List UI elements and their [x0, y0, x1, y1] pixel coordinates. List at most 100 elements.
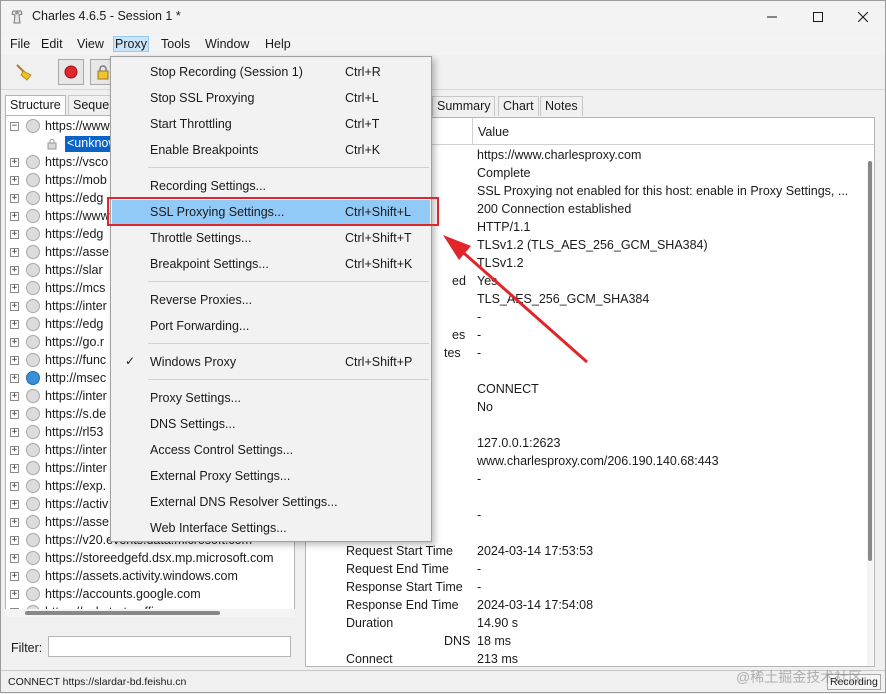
menu-item-enable-breakpoints[interactable]: Enable Breakpoints Ctrl+K [112, 138, 430, 162]
expand-icon[interactable]: + [10, 464, 19, 473]
property-value[interactable]: TLSv1.2 [477, 256, 524, 270]
property-value[interactable]: 2024-03-14 17:53:53 [477, 544, 593, 558]
minimize-button[interactable] [749, 1, 795, 33]
expand-icon[interactable]: + [10, 572, 19, 581]
expand-icon[interactable]: + [10, 302, 19, 311]
menu-item-proxy-settings[interactable]: Proxy Settings... [112, 386, 430, 410]
expand-icon[interactable]: + [10, 374, 19, 383]
property-value[interactable]: 2024-03-14 17:54:08 [477, 598, 593, 612]
record-button[interactable] [58, 59, 84, 85]
menu-item-external-dns-resolver-settings[interactable]: External DNS Resolver Settings... [112, 490, 430, 514]
property-value[interactable]: - [477, 508, 481, 522]
clear-session-button[interactable] [11, 59, 37, 85]
tab-notes[interactable]: Notes [540, 96, 583, 116]
property-value[interactable]: - [477, 328, 481, 342]
menu-window[interactable]: Window [204, 37, 250, 51]
detail-vertical-scrollbar[interactable] [867, 161, 873, 666]
expand-icon[interactable]: + [10, 230, 19, 239]
tab-chart[interactable]: Chart [498, 96, 539, 116]
tab-summary[interactable]: Summary [432, 96, 496, 116]
property-value[interactable]: Complete [477, 166, 531, 180]
tree-row[interactable]: + https://storeedgefd.dsx.mp.microsoft.co… [6, 550, 294, 568]
column-divider[interactable] [472, 118, 473, 145]
property-value[interactable]: 127.0.0.1:2623 [477, 436, 560, 450]
expand-icon[interactable]: + [10, 212, 19, 221]
expand-icon[interactable]: + [10, 248, 19, 257]
property-value[interactable]: - [477, 310, 481, 324]
menu-item-recording-settings[interactable]: Recording Settings... [112, 174, 430, 198]
expand-icon[interactable]: + [10, 482, 19, 491]
tab-sequence[interactable]: Seque [68, 95, 115, 115]
value-column-header[interactable]: Value [478, 125, 509, 139]
expand-icon[interactable]: + [10, 428, 19, 437]
expand-icon[interactable]: + [10, 590, 19, 599]
expand-icon[interactable]: + [10, 338, 19, 347]
property-value[interactable]: HTTP/1.1 [477, 220, 531, 234]
property-value[interactable]: - [477, 580, 481, 594]
expand-icon[interactable]: + [10, 266, 19, 275]
expand-icon[interactable]: + [10, 320, 19, 329]
expand-icon[interactable]: + [10, 176, 19, 185]
menu-item-external-proxy-settings[interactable]: External Proxy Settings... [112, 464, 430, 488]
expand-icon[interactable]: + [10, 284, 19, 293]
expand-icon[interactable]: + [10, 554, 19, 563]
expand-icon[interactable]: + [10, 356, 19, 365]
menu-view[interactable]: View [76, 37, 105, 51]
menu-item-stop-ssl-proxying[interactable]: Stop SSL Proxying Ctrl+L [112, 86, 430, 110]
property-value[interactable]: 14.90 s [477, 616, 518, 630]
tree-row[interactable]: + https://assets.activity.windows.com [6, 568, 294, 586]
property-label: Response Start Time [346, 580, 463, 594]
record-icon [64, 65, 78, 79]
tree-row[interactable]: + https://accounts.google.com [6, 586, 294, 604]
property-value[interactable]: - [477, 562, 481, 576]
watermark: @稀土掘金技术社区 [736, 669, 863, 685]
menu-help[interactable]: Help [264, 37, 292, 51]
expand-icon[interactable]: + [10, 518, 19, 527]
menu-item-windows-proxy[interactable]: ✓ Windows Proxy Ctrl+Shift+P [112, 350, 430, 374]
property-value[interactable]: 200 Connection established [477, 202, 631, 216]
expand-icon[interactable]: + [10, 158, 19, 167]
menu-item-access-control-settings[interactable]: Access Control Settings... [112, 438, 430, 462]
menu-edit[interactable]: Edit [40, 37, 64, 51]
expand-icon[interactable]: + [10, 392, 19, 401]
property-value[interactable]: CONNECT [477, 382, 539, 396]
menu-item-start-throttling[interactable]: Start Throttling Ctrl+T [112, 112, 430, 136]
close-button[interactable] [840, 1, 886, 33]
scrollbar-thumb[interactable] [868, 161, 872, 561]
property-value[interactable]: No [477, 400, 493, 414]
property-value[interactable]: - [477, 346, 481, 360]
menu-item-throttle-settings[interactable]: Throttle Settings... Ctrl+Shift+T [112, 226, 430, 250]
menu-item-dns-settings[interactable]: DNS Settings... [112, 412, 430, 436]
host-url: https://www [45, 119, 110, 133]
menu-item-breakpoint-settings[interactable]: Breakpoint Settings... Ctrl+Shift+K [112, 252, 430, 276]
menu-proxy[interactable]: Proxy [113, 36, 149, 52]
menu-item-stop-recording-session-1[interactable]: Stop Recording (Session 1) Ctrl+R [112, 60, 430, 84]
menu-item-web-interface-settings[interactable]: Web Interface Settings... [112, 516, 430, 540]
expand-icon[interactable]: + [10, 446, 19, 455]
menu-tools[interactable]: Tools [160, 37, 191, 51]
menu-item-reverse-proxies[interactable]: Reverse Proxies... [112, 288, 430, 312]
expand-icon[interactable]: + [10, 536, 19, 545]
property-label: tes [444, 346, 461, 360]
tree-horizontal-scrollbar[interactable] [5, 609, 295, 617]
expand-icon[interactable]: + [10, 500, 19, 509]
property-value[interactable]: www.charlesproxy.com/206.190.140.68:443 [477, 454, 719, 468]
expand-icon[interactable]: + [10, 194, 19, 203]
property-value[interactable]: SSL Proxying not enabled for this host: … [477, 184, 848, 198]
expand-icon[interactable]: + [10, 410, 19, 419]
menu-item-label: Stop Recording (Session 1) [150, 65, 303, 79]
tab-structure[interactable]: Structure [5, 95, 66, 115]
property-value[interactable]: 18 ms [477, 634, 511, 648]
scrollbar-thumb[interactable] [25, 611, 220, 615]
property-value[interactable]: TLS_AES_256_GCM_SHA384 [477, 292, 649, 306]
property-value[interactable]: 213 ms [477, 652, 518, 666]
property-value[interactable]: https://www.charlesproxy.com [477, 148, 641, 162]
collapse-icon[interactable]: − [10, 122, 19, 131]
property-value[interactable]: TLSv1.2 (TLS_AES_256_GCM_SHA384) [477, 238, 708, 252]
filter-input[interactable] [48, 636, 291, 657]
maximize-button[interactable] [795, 1, 841, 33]
property-value[interactable]: Yes [477, 274, 497, 288]
menu-item-port-forwarding[interactable]: Port Forwarding... [112, 314, 430, 338]
menu-file[interactable]: File [9, 37, 31, 51]
property-value[interactable]: - [477, 472, 481, 486]
